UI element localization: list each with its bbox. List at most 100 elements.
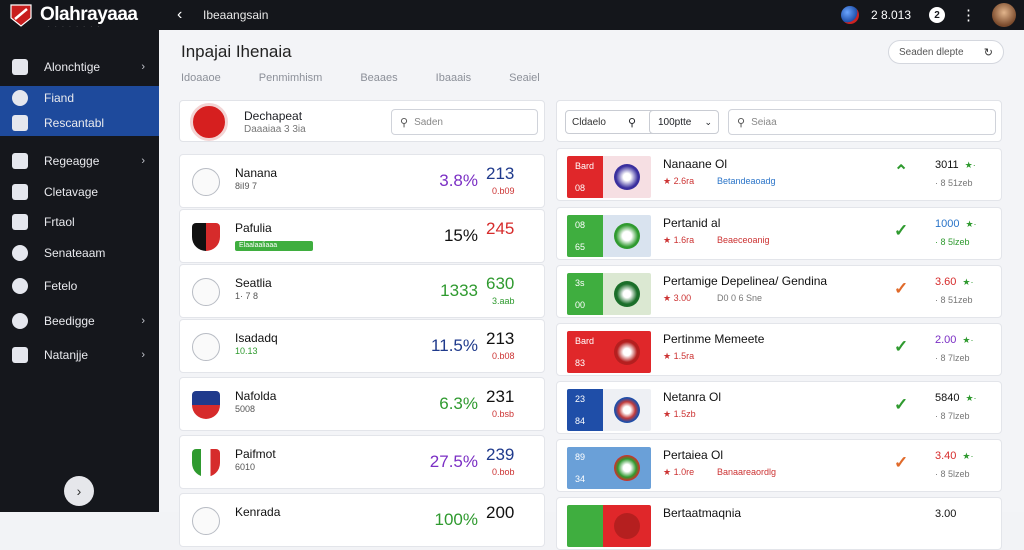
check-icon: ✓ <box>894 337 909 356</box>
thumb-top: 08 <box>575 220 586 230</box>
sidebar-toggle-button[interactable]: › <box>64 476 94 506</box>
team-form-bar: Elaalaaliaaa <box>235 241 313 251</box>
top-bar-actions: 2 8.013 2 ⋮ <box>840 0 1024 30</box>
thumb-bottom: 84 <box>575 416 586 426</box>
ball-icon[interactable] <box>840 6 859 24</box>
match-meta: ★ 1.5zb <box>663 409 717 420</box>
thumb-top: 23 <box>575 394 586 404</box>
sidebar-item-7[interactable]: Fetelo <box>0 274 159 298</box>
sidebar-item-2[interactable]: Rescantabl <box>0 110 159 136</box>
avatar[interactable] <box>992 3 1016 27</box>
table-row[interactable]: Paifmot 6010 27.5% 239 0.bob <box>179 435 545 489</box>
sort-dropdown[interactable]: Seaden dlepte ↻ <box>888 40 1004 64</box>
sidebar-item-0[interactable]: Alonchtige › <box>0 55 159 79</box>
match-sub: · 8 5lzeb <box>935 237 970 247</box>
notification-badge[interactable]: 2 <box>929 7 945 23</box>
team-change: 3.aab <box>492 296 515 306</box>
match-rating: ★ 1.5ra <box>663 351 695 361</box>
team-value: 213 <box>486 329 515 348</box>
tab-1[interactable]: Penmimhism <box>259 72 323 84</box>
match-row[interactable]: 08 65 Pertanid al ★ 1.6ra Beaeceoanig ✓ 10… <box>556 207 1002 260</box>
matches-search-placeholder: Seiaa <box>751 116 777 128</box>
match-row[interactable]: Bard 83 Pertinme Memeete ★ 1.5ra ✓ 2.00 ★·… <box>556 323 1002 376</box>
match-rating: ★ 2.6ra <box>663 176 695 186</box>
sidebar-item-1[interactable]: Fiand <box>0 86 159 110</box>
matches-header: Cldaelo ⚲ 100ptte ⌄ ⚲ Seiaa <box>556 100 1002 142</box>
match-name: Pertaiea Ol <box>663 448 724 462</box>
sidebar-item-9[interactable]: Natanjje › <box>0 343 159 367</box>
star-icon <box>12 313 28 329</box>
club-search-placeholder: Saden <box>414 116 443 128</box>
brand[interactable]: Olahrayaaa · · · · · · · · <box>0 0 159 30</box>
thumb-top: 3s <box>575 278 585 288</box>
team-logo-icon <box>614 339 640 365</box>
app-logo-icon <box>10 4 32 27</box>
team-value: 245 <box>486 219 515 238</box>
search-icon: ⚲ <box>627 116 637 129</box>
back-arrow-icon[interactable]: ‹ <box>177 6 191 24</box>
team-name: Nafolda <box>235 389 277 403</box>
table-row[interactable]: Seatlia 1· 7 8 1333 630 3.aab <box>179 264 545 318</box>
match-value: 1000 ★· <box>935 218 977 230</box>
page-size-select[interactable]: 100ptte ⌄ <box>649 110 719 134</box>
club-search-input[interactable]: ⚲ Saden <box>391 109 538 135</box>
stats-icon <box>12 115 28 131</box>
match-meta: ★ 1.6ra Beaeceoanig <box>663 235 770 246</box>
match-value-number: 1000 <box>935 218 960 230</box>
match-row[interactable]: Bertaatmaqnia 3.00 <box>556 497 1002 550</box>
team-value: 630 <box>486 274 515 293</box>
match-row[interactable]: 3s 00 Pertamige Depelinea/ Gendina ★ 3.00… <box>556 265 1002 318</box>
sidebar-item-6[interactable]: Senateaam <box>0 241 159 265</box>
sidebar-item-label: Regeagge <box>44 154 100 168</box>
match-name: Pertinme Memeete <box>663 332 765 346</box>
sidebar-item-5[interactable]: Frtaol <box>0 210 159 234</box>
match-rating: ★ 1.0re <box>663 467 695 477</box>
table-row[interactable]: Nanana 8iI9 7 3.8% 213 0.b09 <box>179 154 545 208</box>
match-value-number: 3011 <box>935 159 959 171</box>
table-row[interactable]: Nafolda 5008 6.3% 231 0.bsb <box>179 377 545 431</box>
search-icon: ⚲ <box>737 116 746 129</box>
thumb-top: 89 <box>575 452 586 462</box>
sidebar-item-3[interactable]: Regeagge › <box>0 149 159 173</box>
match-thumbnail: 08 65 <box>567 215 651 257</box>
team-sub: 10.13 <box>235 346 258 356</box>
sidebar-item-label: Fiand <box>44 91 75 105</box>
shield-icon <box>192 391 220 419</box>
refresh-icon: ↻ <box>983 46 993 59</box>
sidebar-item-4[interactable]: Cletavage <box>0 180 159 204</box>
matches-panel: Cldaelo ⚲ 100ptte ⌄ ⚲ Seiaa Bard 08 Nanaa… <box>556 100 1002 550</box>
table-row[interactable]: Isadadq 10.13 11.5% 213 0.b08 <box>179 319 545 373</box>
sidebar-item-8[interactable]: Beedigge › <box>0 309 159 333</box>
match-rating: ★ 3.00 <box>663 293 692 303</box>
match-row[interactable]: 89 34 Pertaiea Ol ★ 1.0re Banaareaordlg ✓ … <box>556 439 1002 492</box>
search-user-icon <box>12 278 28 294</box>
filter-label: Cldaelo <box>572 116 606 128</box>
table-row[interactable]: Pafulia Elaalaaliaaa 15% 245 <box>179 209 545 263</box>
chevron-right-icon: › <box>141 349 145 361</box>
tab-bar: Idoaaoe Penmimhism Beaaes Ibaaais Seaiel <box>181 72 578 84</box>
team-name: Seatlia <box>235 276 272 290</box>
tab-2[interactable]: Beaaes <box>360 72 397 84</box>
team-name: Pafulia <box>235 221 272 235</box>
match-rating: ★ 1.6ra <box>663 235 695 245</box>
match-sub: · 8 7lzeb <box>935 353 970 363</box>
calendar-icon <box>12 153 28 169</box>
page-size-value: 100ptte <box>658 116 692 128</box>
match-row[interactable]: 23 84 Netanra Ol ★ 1.5zb ✓ 5840 ★· · 8 7lz… <box>556 381 1002 434</box>
match-value: 3.60 ★· <box>935 276 974 288</box>
sidebar-item-label: Rescantabl <box>44 116 105 130</box>
team-percent: 1333 <box>440 281 478 300</box>
match-value: 5840 ★· <box>935 392 977 404</box>
match-status: Betandeaoadg <box>717 176 776 186</box>
tab-4[interactable]: Seaiel <box>509 72 540 84</box>
tab-0[interactable]: Idoaaoe <box>181 72 221 84</box>
tab-3[interactable]: Ibaaais <box>436 72 471 84</box>
team-value: 239 <box>486 445 515 464</box>
table-row[interactable]: Kenrada 100% 200 <box>179 493 545 547</box>
club-subtitle: Daaaiaa 3 3ia <box>244 124 306 135</box>
settings-icon <box>12 347 28 363</box>
shield-icon <box>192 449 220 477</box>
match-row[interactable]: Bard 08 Nanaane Ol ★ 2.6ra Betandeaoadg ⌃ … <box>556 148 1002 201</box>
matches-search-input[interactable]: ⚲ Seiaa <box>728 109 996 135</box>
more-options-icon[interactable]: ⋮ <box>961 8 976 23</box>
